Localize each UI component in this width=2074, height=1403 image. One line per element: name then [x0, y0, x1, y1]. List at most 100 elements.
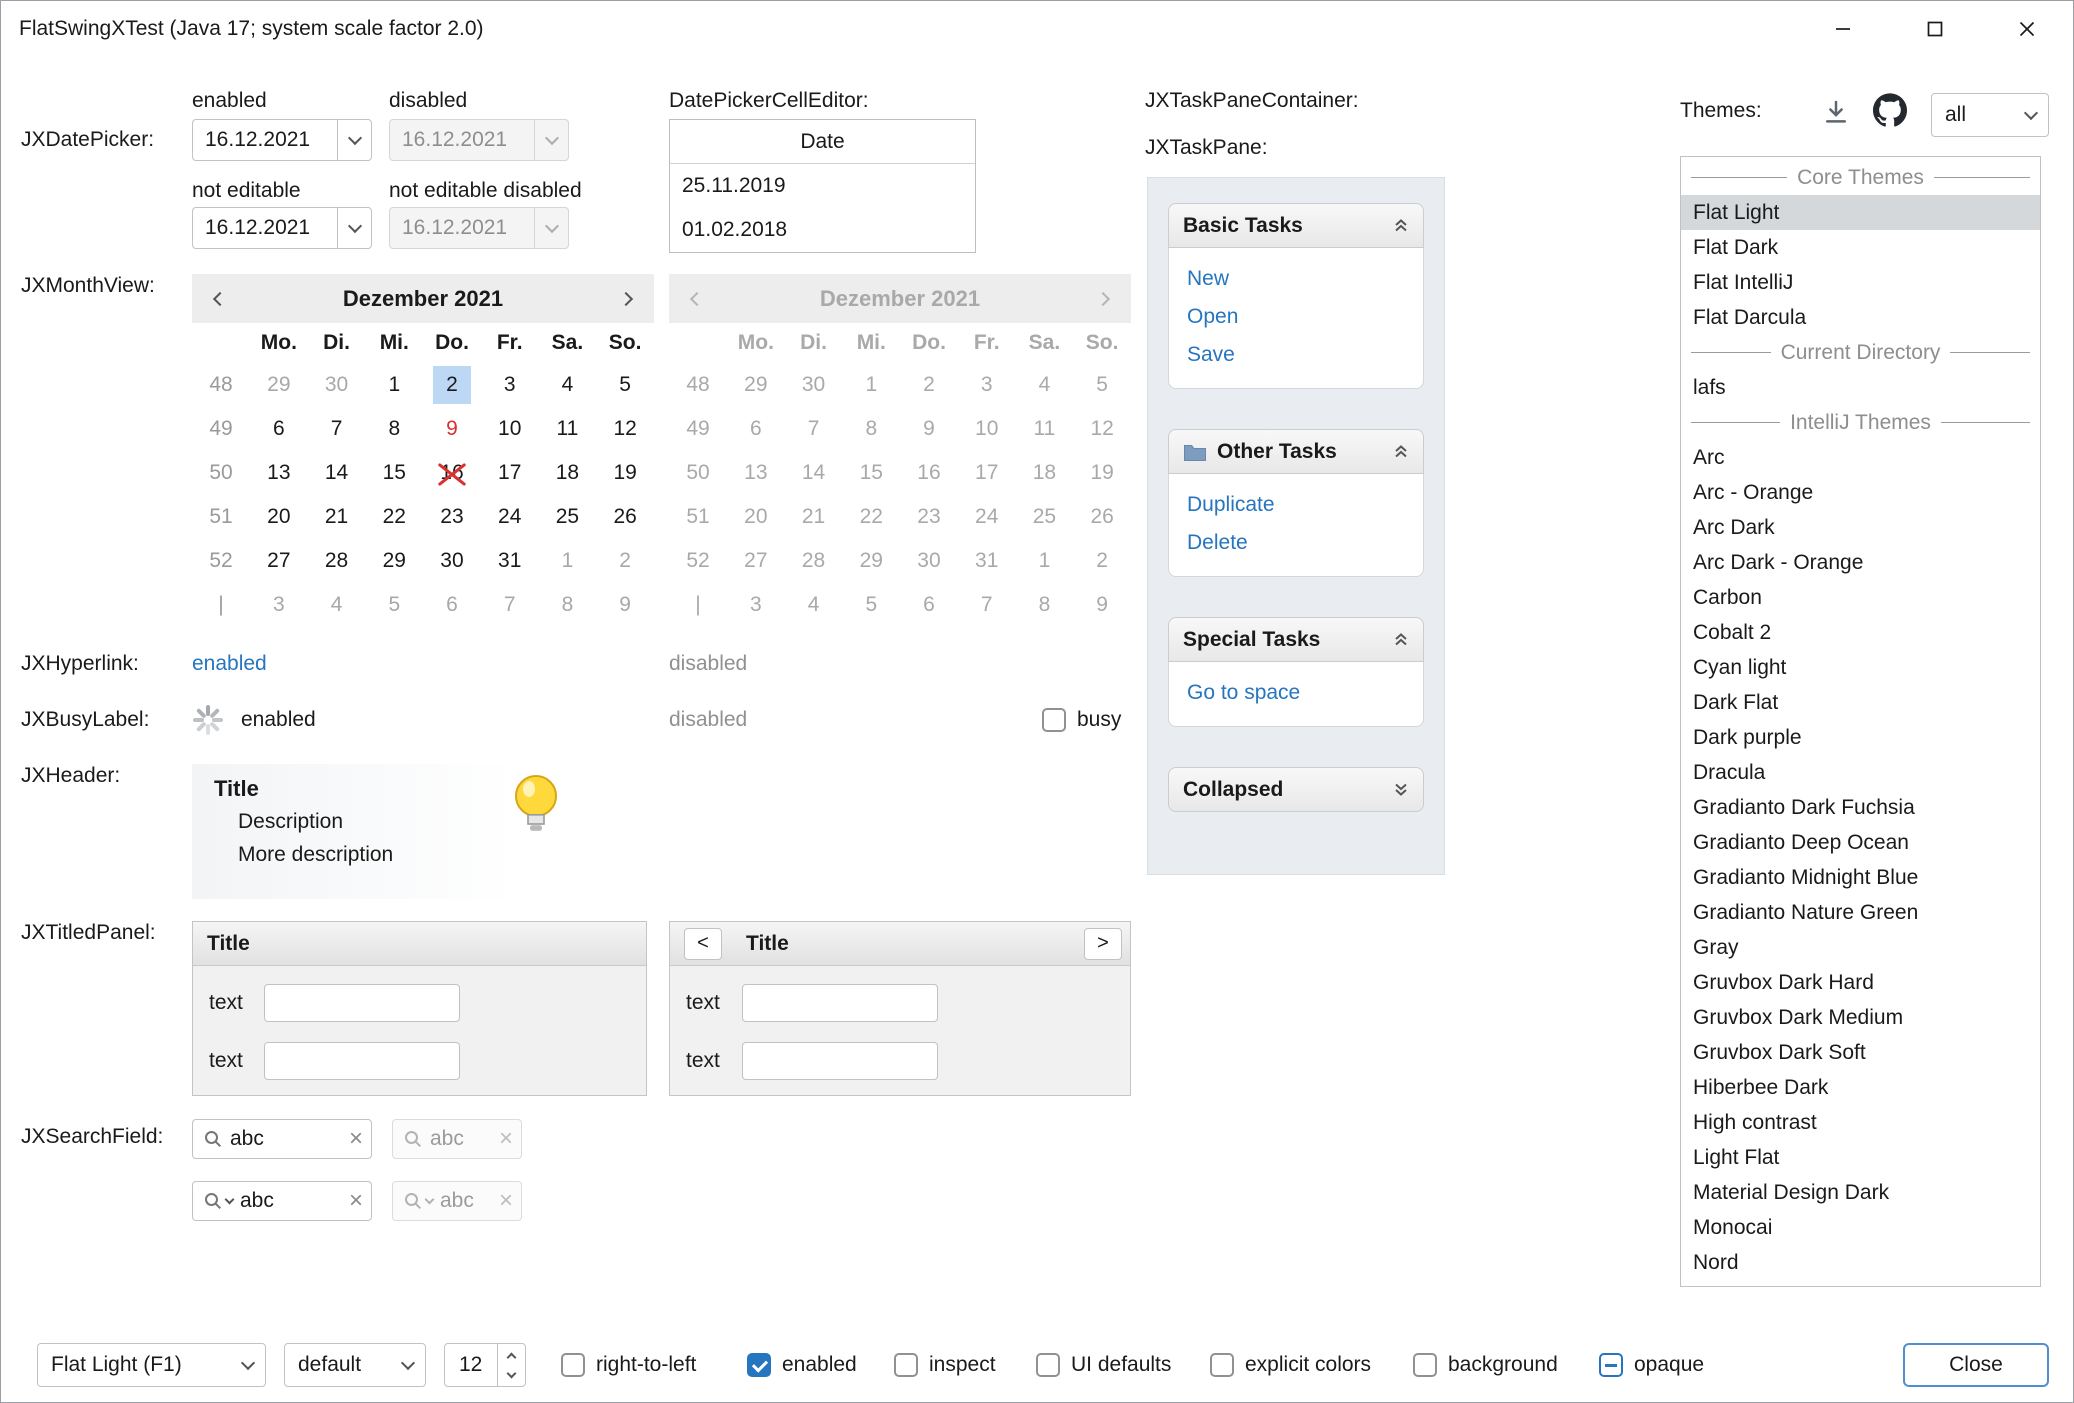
theme-list-item[interactable]: Dark purple	[1681, 720, 2040, 755]
checkbox-right-to-left[interactable]: right-to-left	[561, 1343, 696, 1387]
theme-list-item[interactable]: Arc	[1681, 440, 2040, 475]
hyperlink-enabled[interactable]: enabled	[192, 650, 267, 678]
task-link[interactable]: Delete	[1169, 524, 1423, 562]
day-cell[interactable]: 4	[308, 583, 366, 627]
theme-list-item[interactable]: Flat Darcula	[1681, 300, 2040, 335]
day-cell[interactable]: 26	[596, 495, 654, 539]
task-link[interactable]: Go to space	[1169, 674, 1423, 712]
task-link[interactable]: New	[1169, 260, 1423, 298]
previous-month-button[interactable]	[192, 294, 244, 304]
theme-list-item[interactable]: Dracula	[1681, 755, 2040, 790]
busy-checkbox[interactable]: busy	[1042, 698, 1121, 742]
day-cell[interactable]: 7	[308, 407, 366, 451]
day-cell[interactable]: 4	[539, 363, 597, 407]
checkbox-explicit-colors[interactable]: explicit colors	[1210, 1343, 1371, 1387]
spinner-up-button[interactable]	[498, 1344, 525, 1365]
search-input-value[interactable]: abc	[240, 1189, 342, 1213]
day-cell[interactable]: 14	[308, 451, 366, 495]
close-button[interactable]: Close	[1903, 1343, 2049, 1387]
checkbox-box[interactable]	[1599, 1353, 1623, 1377]
day-cell[interactable]: 24	[481, 495, 539, 539]
day-cell[interactable]: 9	[423, 407, 481, 451]
table-row[interactable]: 25.11.2019	[670, 164, 975, 208]
task-link[interactable]: Save	[1169, 336, 1423, 374]
day-cell[interactable]: 2	[596, 539, 654, 583]
task-pane-header[interactable]: Collapsed	[1168, 767, 1424, 812]
day-cell[interactable]: 20	[250, 495, 308, 539]
checkbox-box[interactable]	[747, 1353, 771, 1377]
day-cell[interactable]: 1	[539, 539, 597, 583]
day-cell[interactable]: 29	[365, 539, 423, 583]
clear-icon[interactable]: ×	[349, 1127, 363, 1151]
day-cell[interactable]: 9	[596, 583, 654, 627]
day-cell[interactable]: 27	[250, 539, 308, 583]
checkbox-box[interactable]	[1036, 1353, 1060, 1377]
day-cell[interactable]: 21	[308, 495, 366, 539]
day-cell[interactable]: 15	[365, 451, 423, 495]
theme-list-item[interactable]: Carbon	[1681, 580, 2040, 615]
spinner-value[interactable]: 12	[445, 1344, 497, 1386]
checkbox-box[interactable]	[561, 1353, 585, 1377]
date-picker-dropdown-button[interactable]	[337, 120, 371, 160]
github-button[interactable]	[1873, 93, 1907, 127]
day-cell[interactable]: 8	[539, 583, 597, 627]
task-link[interactable]: Open	[1169, 298, 1423, 336]
next-month-button[interactable]	[602, 294, 654, 304]
theme-list-item[interactable]: Flat IntelliJ	[1681, 265, 2040, 300]
checkbox-opaque[interactable]: opaque	[1599, 1343, 1704, 1387]
theme-list-item[interactable]: Flat Dark	[1681, 230, 2040, 265]
laf-combobox[interactable]: Flat Light (F1)	[37, 1343, 266, 1387]
maximize-button[interactable]	[1889, 1, 1981, 57]
theme-list-item[interactable]: Flat Light	[1681, 195, 2040, 230]
themes-filter-combobox[interactable]: all	[1931, 93, 2049, 137]
date-picker-value[interactable]: 16.12.2021	[193, 128, 337, 152]
theme-list-item[interactable]: Cyan light	[1681, 650, 2040, 685]
theme-list-item[interactable]: High contrast	[1681, 1105, 2040, 1140]
day-cell[interactable]: 1	[365, 363, 423, 407]
day-cell[interactable]: 28	[308, 539, 366, 583]
day-cell[interactable]: 3	[481, 363, 539, 407]
theme-list-item[interactable]: Material Design Dark	[1681, 1175, 2040, 1210]
task-pane-header[interactable]: Basic Tasks	[1168, 203, 1424, 248]
day-cell[interactable]: 31	[481, 539, 539, 583]
text-input[interactable]	[264, 1042, 460, 1080]
theme-list-item[interactable]: Gradianto Dark Fuchsia	[1681, 790, 2040, 825]
day-cell[interactable]: 11	[539, 407, 597, 451]
checkbox-box[interactable]	[1413, 1353, 1437, 1377]
checkbox-box[interactable]	[1042, 708, 1066, 732]
day-cell[interactable]: 16	[423, 451, 481, 495]
text-input[interactable]	[742, 984, 938, 1022]
theme-list-item[interactable]: Monocai	[1681, 1210, 2040, 1245]
checkbox-inspect[interactable]: inspect	[894, 1343, 996, 1387]
day-cell[interactable]: 13	[250, 451, 308, 495]
date-picker-not-editable[interactable]: 16.12.2021	[192, 207, 372, 249]
theme-list-item[interactable]: Cobalt 2	[1681, 615, 2040, 650]
search-input-value[interactable]: abc	[230, 1127, 342, 1151]
minimize-button[interactable]	[1797, 1, 1889, 57]
search-field-with-menu[interactable]: abc ×	[192, 1181, 372, 1221]
date-picker-value[interactable]: 16.12.2021	[193, 216, 337, 240]
day-cell[interactable]: 7	[481, 583, 539, 627]
style-combobox[interactable]: default	[284, 1343, 426, 1387]
scroll-right-button[interactable]: >	[1084, 928, 1122, 960]
theme-list-item[interactable]: Gruvbox Dark Medium	[1681, 1000, 2040, 1035]
day-cell[interactable]: 5	[365, 583, 423, 627]
text-input[interactable]	[742, 1042, 938, 1080]
spinner-down-button[interactable]	[498, 1365, 525, 1386]
day-cell[interactable]: 17	[481, 451, 539, 495]
close-window-button[interactable]	[1981, 1, 2073, 57]
theme-list-item[interactable]: Gruvbox Dark Hard	[1681, 965, 2040, 1000]
table-row[interactable]: 01.02.2018	[670, 208, 975, 252]
checkbox-box[interactable]	[1210, 1353, 1234, 1377]
theme-list-item[interactable]: Gradianto Deep Ocean	[1681, 825, 2040, 860]
day-cell[interactable]: 3	[250, 583, 308, 627]
date-picker-enabled[interactable]: 16.12.2021	[192, 119, 372, 161]
clear-icon[interactable]: ×	[349, 1189, 363, 1213]
day-cell[interactable]: 6	[250, 407, 308, 451]
task-pane-header[interactable]: Other Tasks	[1168, 429, 1424, 474]
day-cell[interactable]: 2	[423, 363, 481, 407]
task-pane-header[interactable]: Special Tasks	[1168, 617, 1424, 662]
theme-list-item[interactable]: Arc Dark - Orange	[1681, 545, 2040, 580]
day-cell[interactable]: 6	[423, 583, 481, 627]
date-picker-dropdown-button[interactable]	[337, 208, 371, 248]
